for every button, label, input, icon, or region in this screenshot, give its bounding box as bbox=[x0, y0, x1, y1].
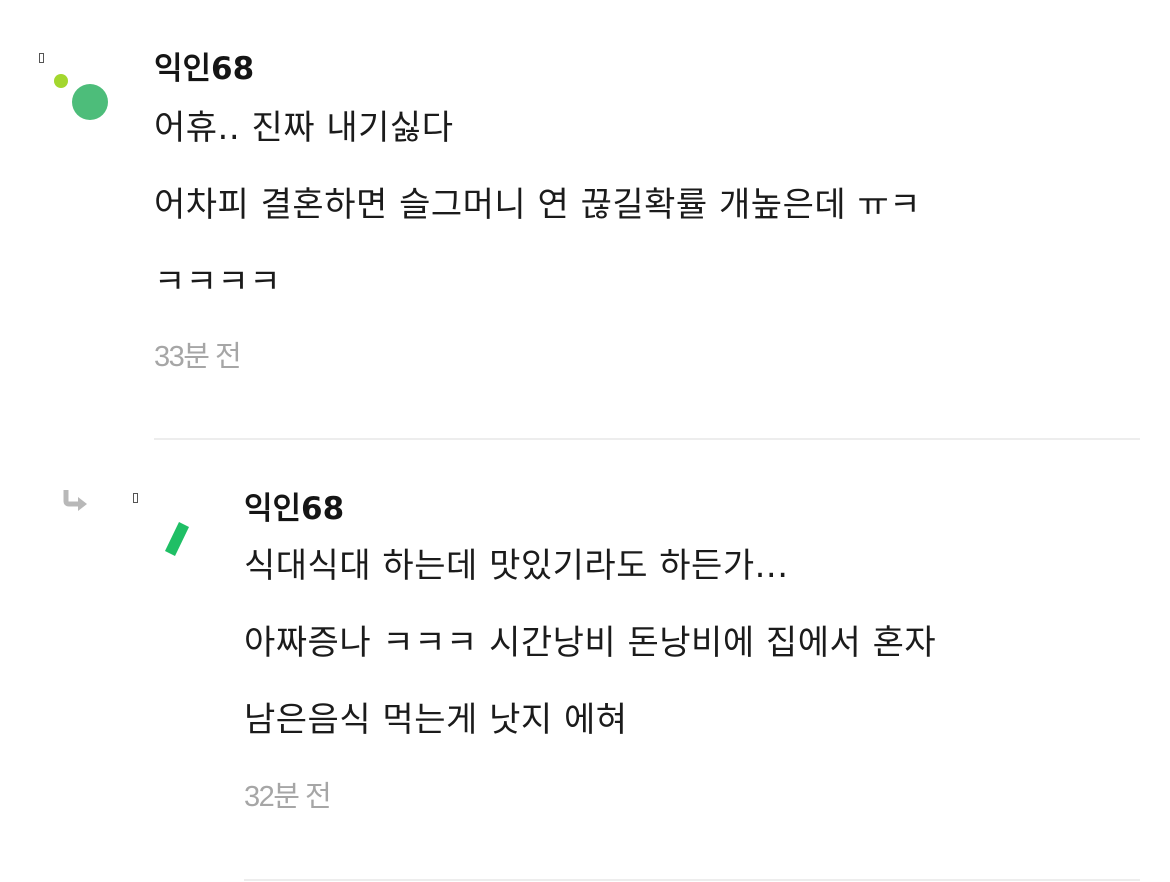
comment-content: 식대식대 하는데 맛있기라도 하든가... 아짜증나 ㅋㅋㅋ 시간낭비 돈낭비에… bbox=[244, 532, 1144, 763]
comment-line: 남은음식 먹는게 낫지 에혀 bbox=[244, 700, 628, 740]
comment-author[interactable]: 익인68 bbox=[244, 484, 1144, 534]
comment-divider bbox=[244, 879, 1140, 881]
comment-line: 어차피 결혼하면 슬그머니 연 끊길확률 개높은데 ㅠㅋ bbox=[154, 185, 922, 225]
comment-author[interactable]: 익인68 bbox=[154, 44, 1134, 94]
comment-line: ㅋㅋㅋㅋ bbox=[154, 262, 282, 302]
reply-arrow-icon bbox=[63, 490, 87, 511]
avatar-badge-icon bbox=[133, 493, 138, 503]
comment-line: 아짜증나 ㅋㅋㅋ 시간낭비 돈낭비에 집에서 혼자 bbox=[244, 623, 937, 663]
avatar[interactable] bbox=[34, 48, 114, 138]
avatar-slash-icon bbox=[165, 522, 189, 556]
comment-divider bbox=[154, 438, 1140, 440]
comment-body: 익인68 식대식대 하는데 맛있기라도 하든가... 아짜증나 ㅋㅋㅋ 시간낭비… bbox=[244, 484, 1144, 820]
comment-line: 식대식대 하는데 맛있기라도 하든가... bbox=[244, 546, 789, 586]
avatar[interactable] bbox=[128, 488, 208, 578]
comment-body: 익인68 어휴.. 진짜 내기싫다 어차피 결혼하면 슬그머니 연 끊길확률 개… bbox=[154, 44, 1134, 380]
comment-content: 어휴.. 진짜 내기싫다 어차피 결혼하면 슬그머니 연 끊길확률 개높은데 ㅠ… bbox=[154, 94, 1134, 325]
comment-item: 익인68 어휴.. 진짜 내기싫다 어차피 결혼하면 슬그머니 연 끊길확률 개… bbox=[0, 0, 1170, 440]
comment-timestamp: 33분 전 bbox=[154, 341, 242, 373]
avatar-dot-large-icon bbox=[72, 84, 108, 120]
avatar-dot-small-icon bbox=[54, 74, 68, 88]
comment-line: 어휴.. 진짜 내기싫다 bbox=[154, 108, 454, 148]
comment-timestamp: 32분 전 bbox=[244, 781, 332, 813]
avatar-badge-icon bbox=[39, 53, 44, 63]
